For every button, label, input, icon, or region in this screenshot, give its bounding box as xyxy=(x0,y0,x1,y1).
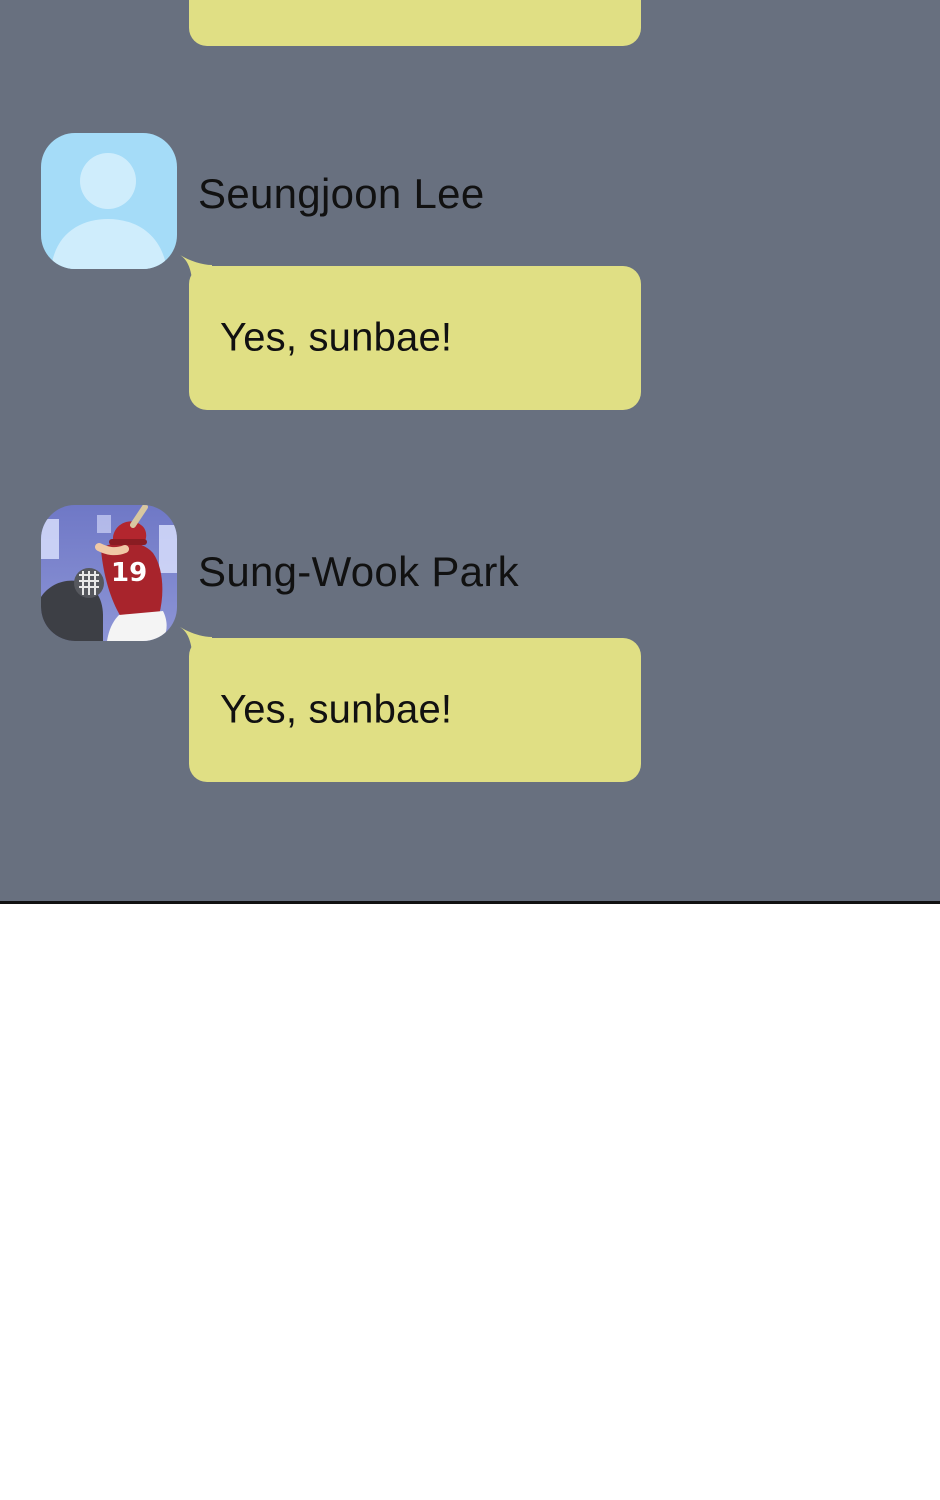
sender-name: Seungjoon Lee xyxy=(198,170,485,217)
message-bubble-partial xyxy=(189,0,641,46)
default-profile-icon xyxy=(41,133,177,269)
panel-divider xyxy=(0,901,940,904)
sender-name: Sung-Wook Park xyxy=(198,548,519,595)
message-text: Yes, sunbae! xyxy=(220,687,453,732)
bubble-tail xyxy=(180,627,212,651)
bubble-tail xyxy=(180,255,212,279)
chat-panel[interactable]: Seungjoon Lee Yes, sunbae! 19 Sung-Wook … xyxy=(0,0,940,901)
sender-avatar-seungjoon[interactable] xyxy=(41,133,177,269)
message-bubble[interactable]: Yes, sunbae! xyxy=(180,255,641,410)
message-text: Yes, sunbae! xyxy=(220,315,453,360)
message-bubble[interactable]: Yes, sunbae! xyxy=(180,627,641,782)
sender-avatar-sungwook[interactable]: 19 xyxy=(41,505,177,641)
svg-text:19: 19 xyxy=(111,558,147,588)
baseball-batter-profile-photo: 19 xyxy=(41,505,177,641)
